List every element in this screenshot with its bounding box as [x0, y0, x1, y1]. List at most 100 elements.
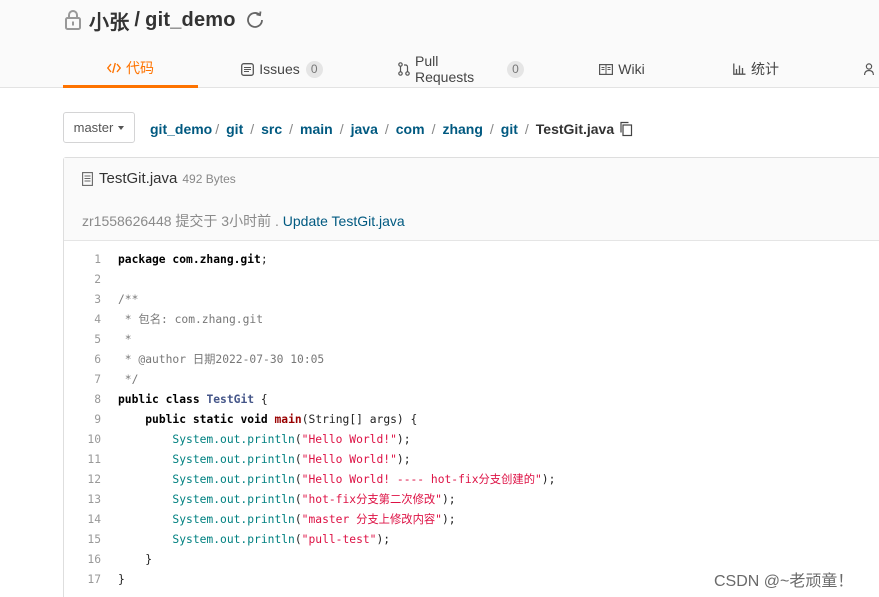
line-number: 5 — [94, 332, 101, 346]
code-line: 16 } — [64, 549, 879, 569]
code-line-content: System.out.println — [172, 513, 295, 526]
line-number: 17 — [87, 572, 101, 586]
line-number: 4 — [94, 312, 101, 326]
tab-stats[interactable]: 统计 — [732, 50, 780, 88]
code-line: 6 * @author 日期2022-07-30 10:05 — [64, 349, 879, 369]
tab-issues-label: Issues — [259, 61, 300, 77]
line-number: 3 — [94, 292, 101, 306]
code-line: 2 — [64, 269, 879, 289]
breadcrumb-item-git[interactable]: git — [226, 121, 243, 137]
line-number: 13 — [87, 492, 101, 506]
code-line-content: * @author 日期2022-07-30 10:05 — [118, 353, 325, 366]
breadcrumb-separator: / — [384, 121, 389, 137]
breadcrumb-item-git-demo[interactable]: git_demo — [150, 121, 212, 137]
line-number: 7 — [94, 372, 101, 386]
breadcrumb-item-zhang[interactable]: zhang — [442, 121, 482, 137]
issues-icon — [241, 62, 255, 76]
tab-pull-requests-label: Pull Requests — [415, 53, 475, 85]
code-line: 11 System.out.println("Hello World!"); — [64, 449, 879, 469]
code-line: 4 * 包名: com.zhang.git — [64, 309, 879, 329]
breadcrumb-item-src[interactable]: src — [261, 121, 282, 137]
repo-title: 小张 / git_demo — [63, 6, 266, 34]
file-name: TestGit.java — [99, 170, 178, 187]
tab-code-label: 代码 — [126, 59, 154, 76]
file-header: TestGit.java 492 Bytes zr1558626448 提交于 … — [64, 158, 879, 241]
code-line: 9 public static void main(String[] args)… — [64, 409, 879, 429]
breadcrumb-separator: / — [339, 121, 344, 137]
code-line: 3 /** — [64, 289, 879, 309]
code-icon — [107, 62, 121, 74]
tab-wiki[interactable]: Wiki — [598, 50, 646, 88]
code-line-content: System.out.println — [172, 432, 295, 446]
code-line-content: main — [274, 412, 302, 426]
tab-more-partial[interactable] — [864, 50, 879, 88]
breadcrumb-separator: / — [431, 121, 436, 137]
line-number: 12 — [87, 472, 101, 486]
code-line-content: System.out.println — [172, 452, 295, 466]
code-line: 8 public class TestGit { — [64, 389, 879, 409]
code-line-content: System.out.println — [172, 532, 295, 546]
breadcrumb-separator: / — [489, 121, 494, 137]
lock-icon — [65, 10, 81, 30]
code-line-content: public — [145, 412, 187, 426]
sync-icon[interactable] — [244, 9, 266, 31]
code-line-content: package com.zhang.git; — [118, 252, 268, 266]
breadcrumb-item-java[interactable]: java — [351, 121, 378, 137]
tab-code[interactable]: 代码 — [63, 50, 198, 88]
breadcrumb-separator: / — [215, 121, 220, 137]
tab-issues[interactable]: Issues 0 — [241, 50, 323, 88]
code-line-content: * — [118, 332, 132, 346]
tab-wiki-label: Wiki — [618, 61, 645, 77]
code-line-content: } — [118, 572, 125, 586]
code-line-content: public — [118, 392, 159, 406]
issues-count-badge: 0 — [305, 60, 323, 78]
line-number: 1 — [94, 252, 101, 266]
breadcrumb-current-file: TestGit.java — [535, 121, 615, 137]
line-number: 16 — [87, 552, 101, 566]
code-line-content: System.out.println("Hello World!"); — [172, 432, 411, 446]
branch-select[interactable]: master — [63, 112, 135, 143]
commit-author-time: zr1558626448 提交于 3小时前 . — [82, 213, 279, 229]
code-line-content: System.out.println("Hello World! ---- ho… — [172, 473, 556, 486]
repo-name[interactable]: git_demo — [145, 9, 236, 32]
commit-message-link[interactable]: Update TestGit.java — [283, 213, 405, 229]
breadcrumb-item-com[interactable]: com — [396, 121, 425, 137]
tab-pull-requests[interactable]: Pull Requests 0 — [398, 50, 524, 88]
code-line-content: System.out.println — [172, 493, 295, 506]
breadcrumb-item-git-2[interactable]: git — [501, 121, 518, 137]
breadcrumb-separator: / — [250, 121, 255, 137]
code-line-content: /** — [118, 292, 139, 306]
code-line-content: "pull-test" — [301, 532, 377, 546]
repo-owner[interactable]: 小张 — [89, 6, 129, 35]
code-line: 12 System.out.println("Hello World! ----… — [64, 469, 879, 489]
code-line: 15 System.out.println("pull-test"); — [64, 529, 879, 549]
code-line-content: package — [118, 252, 166, 266]
last-commit-info: zr1558626448 提交于 3小时前 . Update TestGit.j… — [82, 211, 405, 231]
code-line-content: "hot-fix分支第二次修改" — [301, 493, 442, 506]
code-line-content: */ — [118, 372, 139, 386]
stats-icon — [733, 63, 746, 75]
line-number: 6 — [94, 352, 101, 366]
code-line-content: System.out.println("Hello World!"); — [172, 452, 411, 466]
tab-stats-label: 统计 — [751, 61, 779, 77]
code-line-content: public static void main(String[] args) { — [145, 412, 418, 426]
code-line-content: System.out.println — [172, 473, 295, 486]
breadcrumb-item-main[interactable]: main — [300, 121, 333, 137]
copy-icon[interactable] — [619, 121, 633, 137]
chevron-down-icon — [118, 125, 125, 130]
line-number: 9 — [94, 412, 101, 426]
code-line: 10 System.out.println("Hello World!"); — [64, 429, 879, 449]
code-line-content: static — [192, 412, 234, 426]
code-line-content: void — [240, 412, 268, 426]
code-line-content: public class TestGit { — [118, 392, 268, 406]
file-icon — [82, 171, 93, 186]
breadcrumb-separator: / — [289, 121, 294, 137]
line-number: 11 — [87, 452, 101, 466]
repo-title-separator: / — [134, 8, 141, 31]
line-number: 8 — [94, 392, 101, 406]
code-view: 1 package com.zhang.git; 2 3 /** 4 * 包名: c… — [64, 249, 879, 589]
code-line-content: "Hello World!" — [301, 432, 397, 446]
file-title-row: TestGit.java 492 Bytes — [82, 170, 236, 187]
members-icon — [864, 62, 878, 76]
code-line-content: "Hello World!" — [301, 452, 397, 466]
